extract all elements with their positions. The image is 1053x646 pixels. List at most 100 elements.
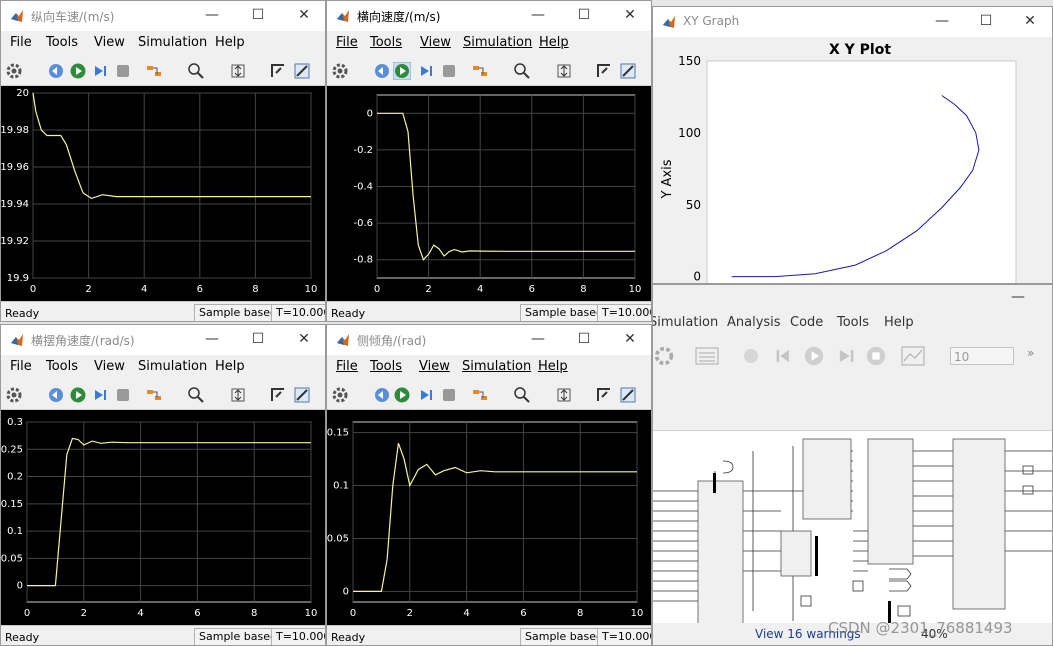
menu-help[interactable]: Help <box>215 359 245 374</box>
run-icon[interactable] <box>69 62 87 80</box>
zoom-icon[interactable] <box>513 62 531 80</box>
style-icon[interactable] <box>293 386 311 404</box>
step-back-icon[interactable] <box>373 386 391 404</box>
close-button[interactable]: ✕ <box>293 5 315 25</box>
minimize-button[interactable]: — <box>201 329 223 349</box>
zoom-icon[interactable] <box>187 386 205 404</box>
autoscale-icon[interactable] <box>555 62 573 80</box>
stop-time-input[interactable]: 10 <box>950 347 1014 365</box>
run-icon[interactable] <box>803 345 825 367</box>
highlight-icon[interactable] <box>471 386 489 404</box>
close-button[interactable]: ✕ <box>293 329 315 349</box>
menu-code[interactable]: Code <box>790 315 823 330</box>
menu-help[interactable]: Help <box>538 359 568 374</box>
step-back-icon[interactable] <box>47 62 65 80</box>
minimize-button[interactable]: — <box>201 5 223 25</box>
close-button[interactable]: ✕ <box>619 5 641 25</box>
style-icon[interactable] <box>293 62 311 80</box>
scope-window-yaw-rate[interactable]: 横摆角速度/(rad/s) — ☐ ✕ File Tools View Simu… <box>0 324 326 646</box>
step-back-frame-icon[interactable] <box>773 345 795 367</box>
autoscale-icon[interactable] <box>555 386 573 404</box>
step-forward-icon[interactable] <box>835 345 857 367</box>
menu-simulation[interactable]: Simulation <box>463 35 532 50</box>
menu-simulation[interactable]: Simulation <box>653 315 718 330</box>
gear-icon[interactable] <box>5 386 23 404</box>
maximize-button[interactable]: ☐ <box>573 329 595 349</box>
menu-simulation[interactable]: Simulation <box>462 359 531 374</box>
autoscale-icon[interactable] <box>229 62 247 80</box>
step-forward-icon[interactable] <box>91 62 109 80</box>
stop-icon[interactable] <box>114 386 132 404</box>
cursor-measure-icon[interactable] <box>595 62 613 80</box>
menu-help[interactable]: Help <box>215 35 245 50</box>
gear-icon[interactable] <box>331 386 349 404</box>
run-icon[interactable] <box>69 386 87 404</box>
highlight-icon[interactable] <box>145 62 163 80</box>
gear-icon[interactable] <box>653 345 675 367</box>
menu-view[interactable]: View <box>94 35 125 50</box>
title-bar[interactable]: 横向速度/(m/s) — ☐ ✕ <box>327 1 651 31</box>
menu-file[interactable]: File <box>10 359 32 374</box>
maximize-button[interactable]: ☐ <box>573 5 595 25</box>
menu-tools[interactable]: Tools <box>46 35 78 50</box>
stop-icon[interactable] <box>114 62 132 80</box>
minimize-button[interactable]: — <box>527 329 549 349</box>
stop-icon[interactable] <box>440 62 458 80</box>
highlight-icon[interactable] <box>471 62 489 80</box>
step-back-icon[interactable] <box>47 386 65 404</box>
scope-window-lateral[interactable]: 横向速度/(m/s) — ☐ ✕ File Tools View Simulat… <box>326 0 652 322</box>
subsystem-block[interactable] <box>697 480 744 623</box>
menu-file[interactable]: File <box>336 359 358 374</box>
style-icon[interactable] <box>619 62 637 80</box>
title-bar[interactable]: 侧倾角/(rad) — ☐ ✕ <box>327 325 651 355</box>
data-inspector-icon[interactable] <box>901 346 925 366</box>
step-back-icon[interactable] <box>739 347 763 365</box>
cursor-measure-icon[interactable] <box>595 386 613 404</box>
close-button[interactable]: ✕ <box>1019 11 1041 31</box>
subsystem-block[interactable] <box>952 438 1006 610</box>
gear-icon[interactable] <box>331 62 349 80</box>
run-icon[interactable] <box>393 62 411 80</box>
step-forward-icon[interactable] <box>417 62 435 80</box>
zoom-icon[interactable] <box>187 62 205 80</box>
title-bar[interactable]: 纵向车速/(m/s) — ☐ ✕ <box>1 1 325 31</box>
cursor-measure-icon[interactable] <box>269 62 287 80</box>
scope-window-roll-angle[interactable]: 侧倾角/(rad) — ☐ ✕ File Tools View Simulati… <box>326 324 652 646</box>
maximize-button[interactable]: ☐ <box>247 329 269 349</box>
library-icon[interactable] <box>695 347 719 365</box>
xy-graph-window[interactable]: XY Graph — ☐ ✕ X Y Plot Y Axis 150 100 50 0 <box>652 6 1053 284</box>
menu-tools[interactable]: Tools <box>837 315 869 330</box>
zoom-icon[interactable] <box>513 386 531 404</box>
maximize-button[interactable]: ☐ <box>247 5 269 25</box>
minimize-button[interactable]: — <box>931 11 953 31</box>
autoscale-icon[interactable] <box>229 386 247 404</box>
menu-file[interactable]: File <box>336 35 358 50</box>
minimize-button[interactable]: — <box>527 5 549 25</box>
toolbar-overflow-icon[interactable]: » <box>1027 346 1034 360</box>
menu-tools[interactable]: Tools <box>370 359 402 374</box>
menu-file[interactable]: File <box>10 35 32 50</box>
step-forward-icon[interactable] <box>91 386 109 404</box>
menu-view[interactable]: View <box>94 359 125 374</box>
step-back-icon[interactable] <box>373 62 391 80</box>
highlight-icon[interactable] <box>145 386 163 404</box>
maximize-button[interactable]: ☐ <box>975 11 997 31</box>
menu-tools[interactable]: Tools <box>370 35 402 50</box>
stop-icon[interactable] <box>440 386 458 404</box>
title-bar[interactable]: 横摆角速度/(rad/s) — ☐ ✕ <box>1 325 325 355</box>
menu-view[interactable]: View <box>419 359 450 374</box>
menu-help[interactable]: Help <box>539 35 569 50</box>
menu-simulation[interactable]: Simulation <box>138 35 207 50</box>
style-icon[interactable] <box>619 386 637 404</box>
subsystem-block[interactable] <box>867 438 914 565</box>
minimize-button[interactable]: — <box>1007 287 1029 307</box>
subsystem-block[interactable] <box>802 438 852 520</box>
menu-tools[interactable]: Tools <box>46 359 78 374</box>
run-icon[interactable] <box>393 386 411 404</box>
simulink-model-window[interactable]: — Simulation Analysis Code Tools Help 10… <box>652 284 1053 646</box>
menu-help[interactable]: Help <box>884 315 914 330</box>
title-bar[interactable]: XY Graph — ☐ ✕ <box>653 7 1052 37</box>
close-button[interactable]: ✕ <box>619 329 641 349</box>
scope-window-longitudinal[interactable]: 纵向车速/(m/s) — ☐ ✕ File Tools View Simulat… <box>0 0 326 322</box>
menu-simulation[interactable]: Simulation <box>138 359 207 374</box>
